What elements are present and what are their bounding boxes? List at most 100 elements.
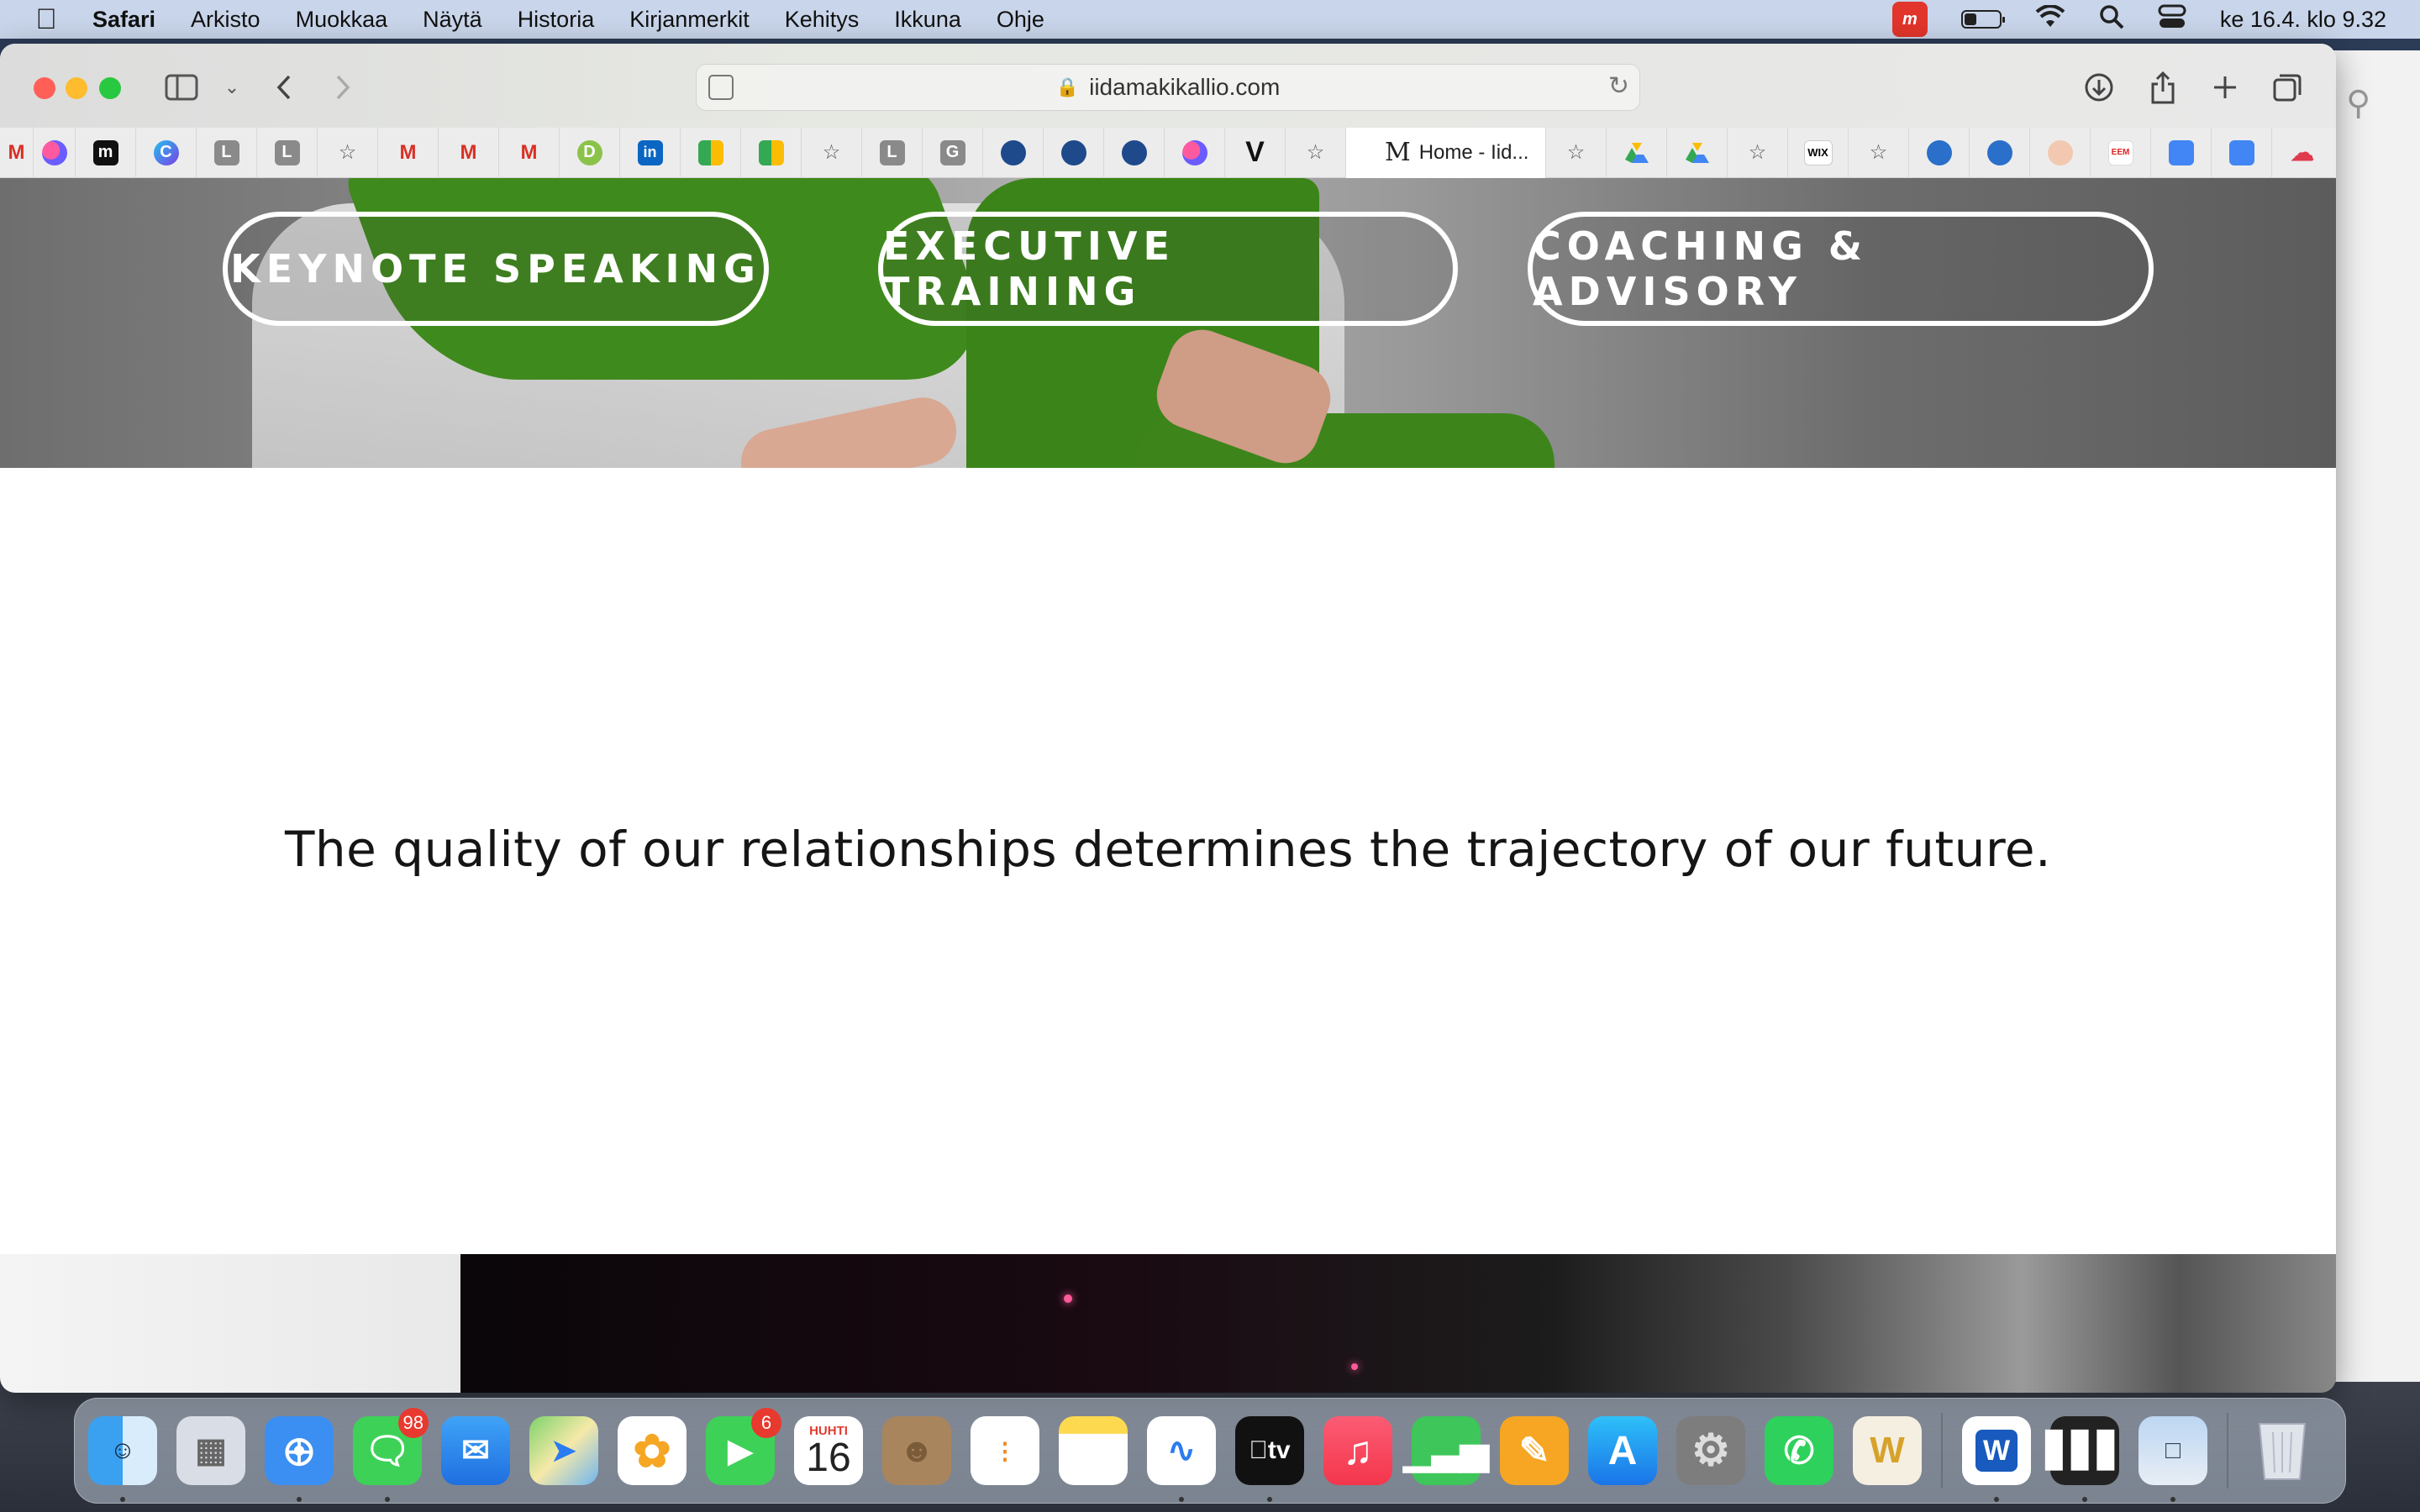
dock-photos-icon[interactable]: ✿: [618, 1416, 687, 1485]
dock-w-app-icon[interactable]: W: [1853, 1416, 1922, 1485]
bookmark-m-logo-icon[interactable]: m: [76, 127, 136, 178]
dock-pages-icon[interactable]: ✎: [1500, 1416, 1569, 1485]
bookmark-g-logo-icon[interactable]: G: [923, 127, 983, 178]
control-center-icon[interactable]: [2158, 4, 2186, 35]
menu-ohje[interactable]: Ohje: [997, 7, 1044, 33]
back-button[interactable]: [262, 66, 306, 109]
bookmark-d-logo-icon[interactable]: D: [560, 127, 620, 178]
menu-arkisto[interactable]: Arkisto: [191, 7, 260, 33]
dock-contacts-icon[interactable]: ☻: [882, 1416, 951, 1485]
bookmark-gmail-icon[interactable]: M: [0, 127, 34, 178]
keynote-speaking-button[interactable]: KEYNOTE SPEAKING: [223, 212, 769, 326]
menu-ikkuna[interactable]: Ikkuna: [894, 7, 961, 33]
bookmark-c-logo-icon[interactable]: C: [136, 127, 197, 178]
bookmark-s-logo-icon[interactable]: [1909, 127, 1970, 178]
page-menu-icon[interactable]: [708, 75, 734, 100]
tab-overview-icon[interactable]: [2265, 66, 2309, 109]
bookmark-star-icon[interactable]: ☆: [318, 127, 378, 178]
search-icon[interactable]: ⚲: [2346, 84, 2370, 123]
running-indicator: [2082, 1497, 2087, 1502]
dock-calendar-icon[interactable]: HUHTI 16: [794, 1416, 863, 1485]
bookmark-eem-icon[interactable]: EEM: [2091, 127, 2151, 178]
executive-training-button[interactable]: EXECUTIVE TRAINING: [878, 212, 1458, 326]
dock-freeform-icon[interactable]: ∿: [1147, 1416, 1216, 1502]
chevron-down-icon[interactable]: ⌄: [210, 66, 254, 109]
dock-system-settings-icon[interactable]: ⚙: [1676, 1416, 1745, 1485]
sidebar-toggle-icon[interactable]: [160, 66, 203, 109]
bookmark-meet-icon[interactable]: [741, 127, 802, 178]
dock-piano-icon[interactable]: ▋▋▋: [2046, 1416, 2123, 1502]
new-tab-icon[interactable]: [2203, 66, 2247, 109]
dock-tv-icon[interactable]: tv: [1235, 1416, 1304, 1502]
dock-launchpad-icon[interactable]: ▦: [176, 1416, 245, 1485]
dock-facetime-icon[interactable]: ▶ 6: [706, 1408, 781, 1485]
apple-icon[interactable]: : [0, 3, 92, 36]
dock-trash-icon[interactable]: [2248, 1416, 2317, 1485]
menu-kirjanmerkit[interactable]: Kirjanmerkit: [629, 7, 750, 33]
bookmark-star-icon[interactable]: ☆: [1849, 127, 1909, 178]
battery-icon[interactable]: [1960, 10, 2005, 29]
wifi-icon[interactable]: [2035, 3, 2065, 34]
bookmark-star-icon[interactable]: ☆: [1546, 127, 1607, 178]
menubar-app-icon[interactable]: m: [1891, 2, 1928, 37]
bookmark-linkedin-icon[interactable]: in: [620, 127, 681, 178]
bookmark-star-icon[interactable]: ☆: [802, 127, 862, 178]
minimize-window-button[interactable]: [66, 77, 87, 99]
bookmark-blue-circle-icon[interactable]: [1104, 127, 1165, 178]
bookmark-blue-circle-icon[interactable]: [1044, 127, 1104, 178]
dock-app-store-icon[interactable]: A: [1588, 1416, 1657, 1485]
menubar-clock[interactable]: ke 16.4. klo 9.32: [2220, 7, 2386, 33]
bookmark-circles-icon[interactable]: [34, 127, 76, 178]
menu-muokkaa[interactable]: Muokkaa: [296, 7, 388, 33]
bookmark-gmail-icon[interactable]: M: [378, 127, 439, 178]
dock-preview-icon[interactable]: □: [2139, 1416, 2207, 1502]
favorites-bar: M m C L L ☆ M M M D in ☆ L G V ☆ M Home …: [0, 127, 2336, 178]
dock-safari-icon[interactable]: ⨁: [265, 1416, 334, 1502]
bookmark-s-logo-icon[interactable]: [1970, 127, 2030, 178]
dock-mail-icon[interactable]: ✉: [441, 1416, 510, 1485]
bookmark-l-logo-icon[interactable]: L: [197, 127, 257, 178]
bookmark-drive-icon[interactable]: [1667, 127, 1728, 178]
menu-app-name[interactable]: Safari: [92, 7, 155, 33]
dock-messages-icon[interactable]: 🗨 98: [353, 1408, 429, 1502]
zoom-window-button[interactable]: [99, 77, 121, 99]
bookmark-meet-icon[interactable]: [681, 127, 741, 178]
spotlight-search-icon[interactable]: [2099, 4, 2124, 35]
bookmark-docs-icon[interactable]: [2151, 127, 2212, 178]
bookmark-gmail-icon[interactable]: M: [439, 127, 499, 178]
bookmark-blue-circle-icon[interactable]: [983, 127, 1044, 178]
menu-historia[interactable]: Historia: [518, 7, 595, 33]
bookmark-star-icon[interactable]: ☆: [1286, 127, 1346, 178]
tab-home[interactable]: M Home - Iid...: [1346, 127, 1546, 178]
dock-notes-icon[interactable]: [1059, 1416, 1128, 1485]
bookmark-docs-icon[interactable]: [2212, 127, 2272, 178]
reload-icon[interactable]: ↻: [1608, 71, 1629, 101]
close-window-button[interactable]: [34, 77, 55, 99]
bookmark-l-logo-icon[interactable]: L: [862, 127, 923, 178]
bookmark-seal-icon[interactable]: [2030, 127, 2091, 178]
share-icon[interactable]: [2141, 66, 2185, 109]
address-bar[interactable]: 🔒 iidamakikallio.com ↻: [696, 64, 1640, 111]
forward-button[interactable]: [321, 66, 365, 109]
dock-finder-icon[interactable]: ☺: [88, 1416, 157, 1502]
dock-separator: [1941, 1413, 1943, 1488]
bookmark-star-icon[interactable]: ☆: [1728, 127, 1788, 178]
menu-nayta[interactable]: Näytä: [423, 7, 482, 33]
bookmark-v-logo-icon[interactable]: V: [1225, 127, 1286, 178]
bookmark-cloud-icon[interactable]: ☁: [2272, 128, 2333, 178]
bookmark-wix-icon[interactable]: WIX: [1788, 127, 1849, 178]
dock-whatsapp-icon[interactable]: ✆: [1765, 1416, 1833, 1485]
dock-music-icon[interactable]: ♫: [1323, 1416, 1392, 1485]
bookmark-l-logo-icon[interactable]: L: [257, 127, 318, 178]
downloads-icon[interactable]: [2077, 66, 2121, 109]
bookmark-gmail-icon[interactable]: M: [499, 127, 560, 178]
dock-maps-icon[interactable]: ➤: [529, 1416, 598, 1485]
bookmark-circles-icon[interactable]: [1165, 127, 1225, 178]
url-text[interactable]: iidamakikallio.com: [1089, 74, 1280, 101]
dock-word-icon[interactable]: W: [1962, 1416, 2031, 1502]
coaching-advisory-button[interactable]: COACHING & ADVISORY: [1528, 212, 2154, 326]
dock-reminders-icon[interactable]: ⋮: [971, 1416, 1039, 1485]
menu-kehitys[interactable]: Kehitys: [785, 7, 860, 33]
bookmark-drive-icon[interactable]: [1607, 127, 1667, 178]
dock-numbers-icon[interactable]: ▁▃▅: [1403, 1416, 1489, 1485]
